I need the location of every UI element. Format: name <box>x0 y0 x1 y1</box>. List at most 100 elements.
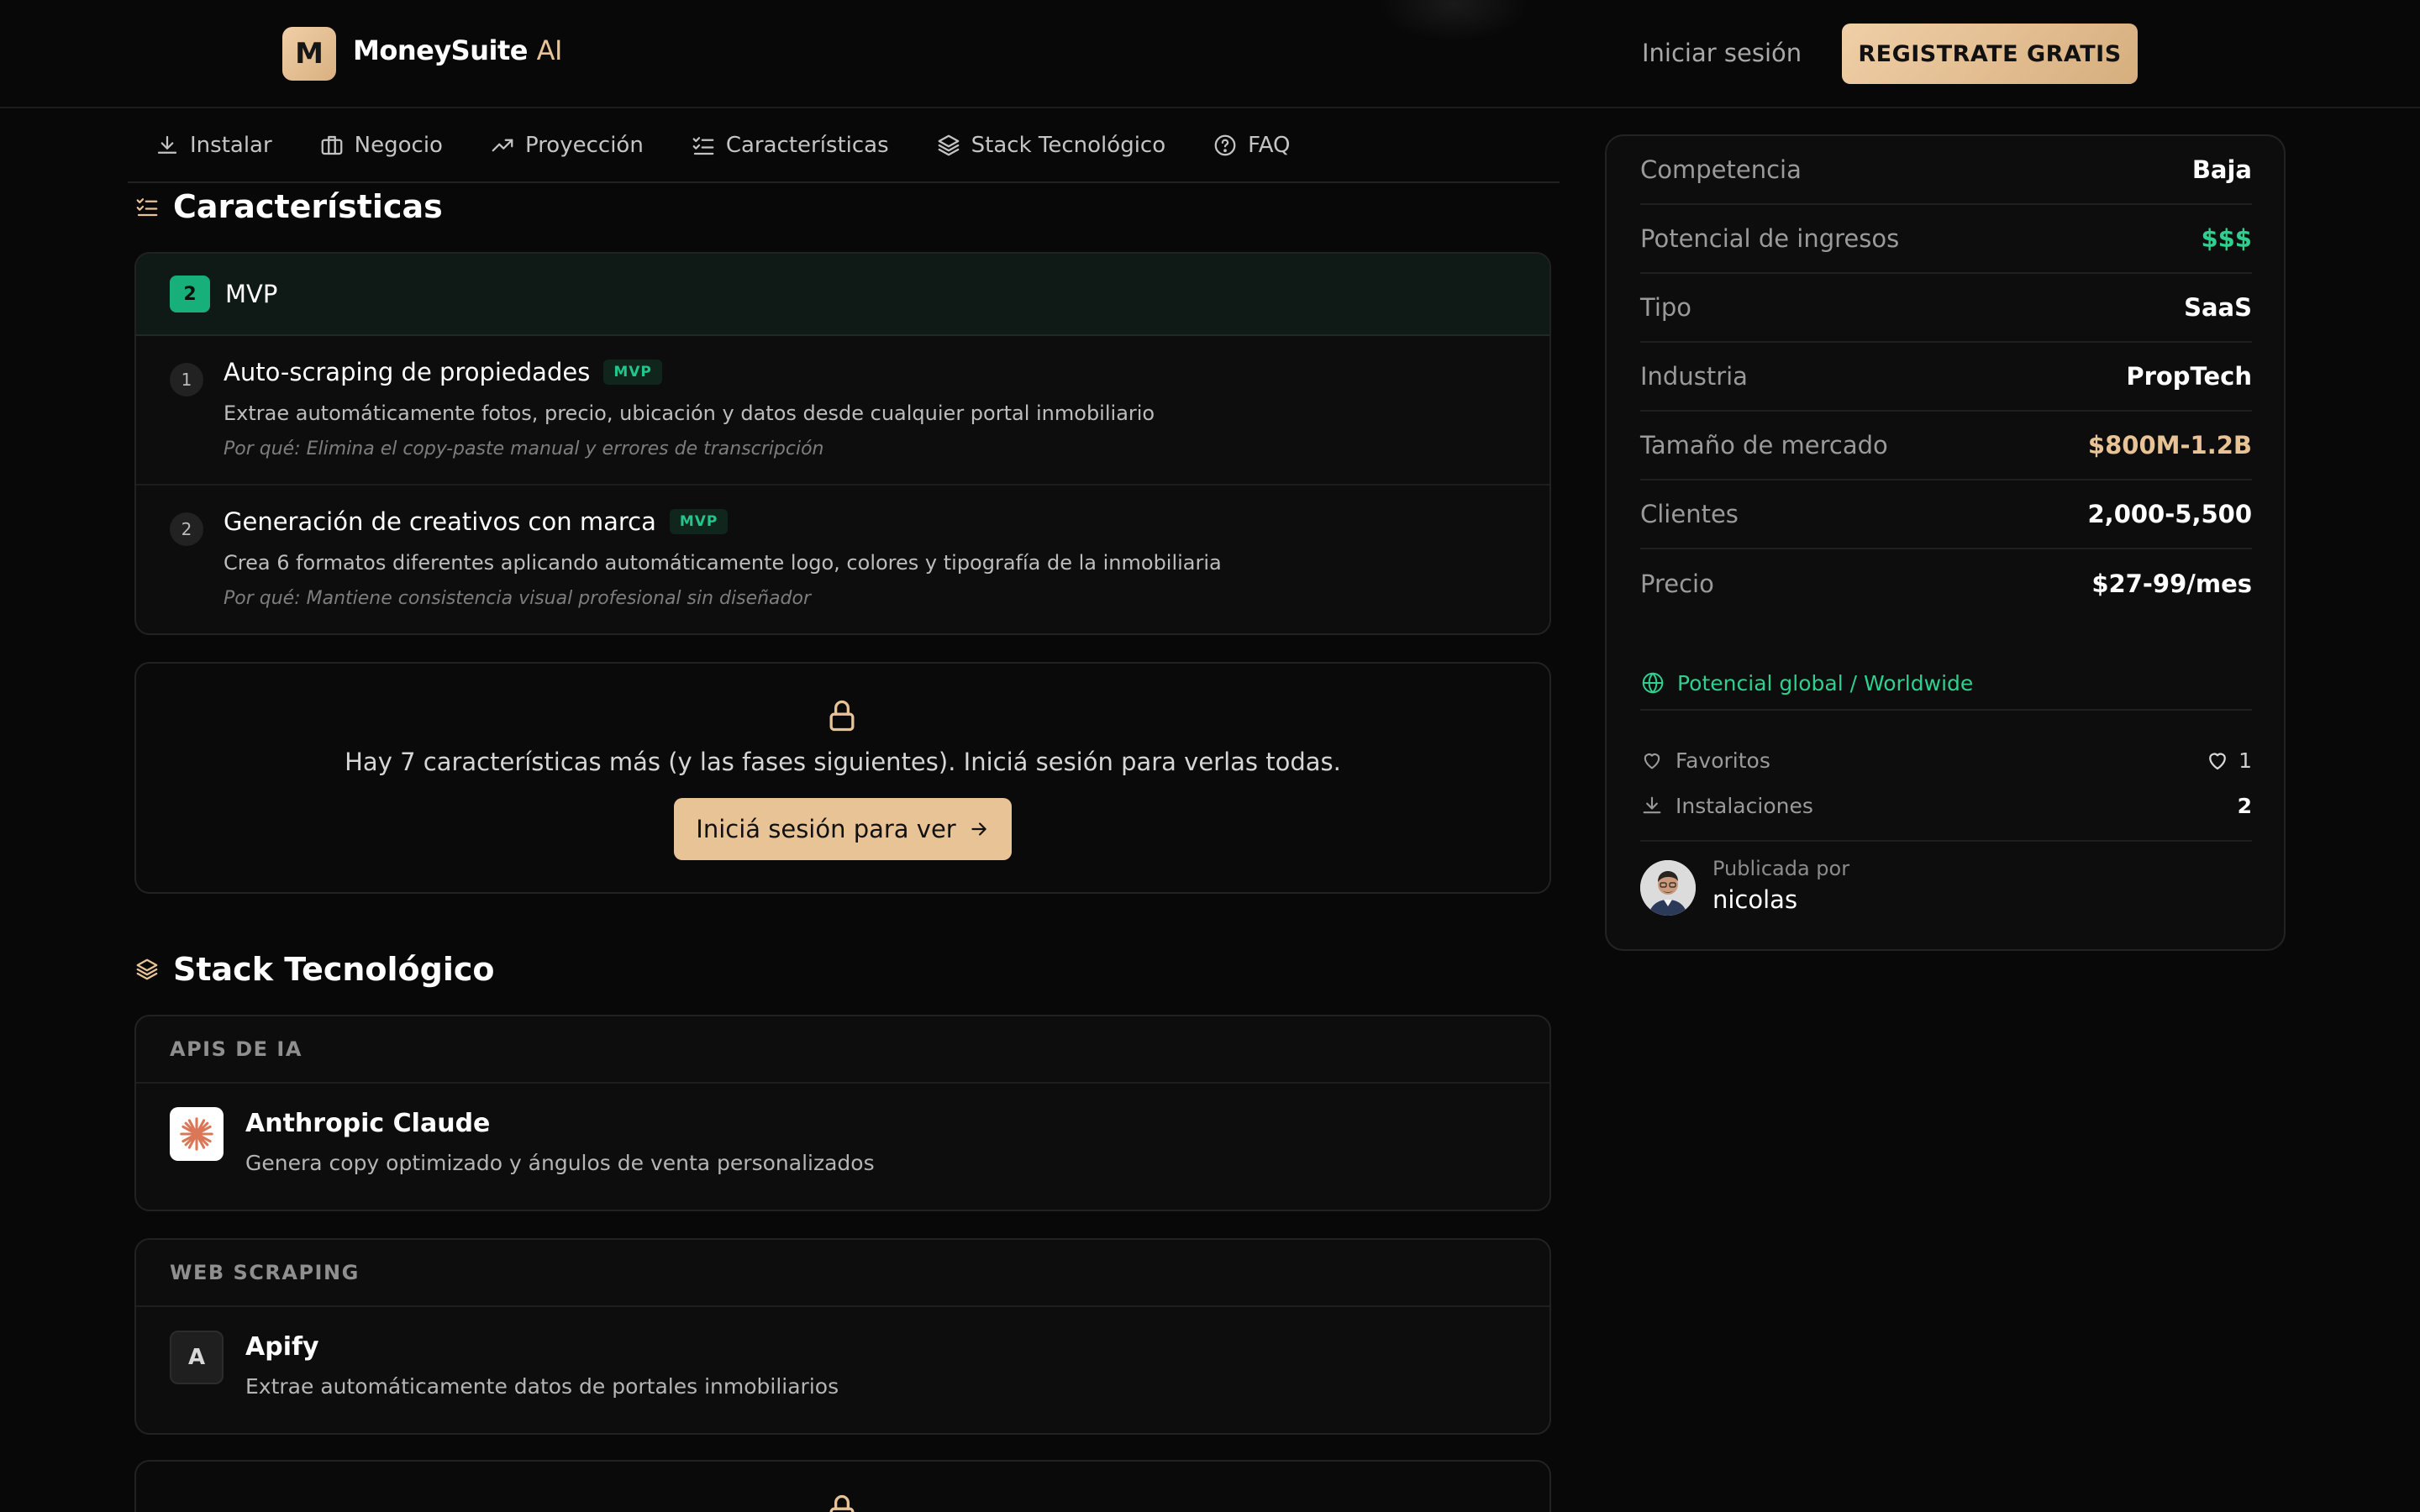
author-name[interactable]: nicolas <box>1712 885 1797 914</box>
stat-value: PropTech <box>2126 362 2252 391</box>
features-title: Características <box>173 188 443 225</box>
register-button[interactable]: REGISTRATE GRATIS <box>1842 24 2138 84</box>
favorites-label: Favoritos <box>1676 748 1770 773</box>
stat-value: 2,000-5,500 <box>2087 500 2253 528</box>
avatar-illustration <box>1640 860 1696 916</box>
brand-suffix: AI <box>536 34 563 66</box>
briefcase-icon <box>321 135 343 155</box>
stack-heading: Stack Tecnológico <box>134 951 495 988</box>
download-icon <box>1643 796 1661 814</box>
nav-label: Instalar <box>190 133 272 158</box>
stat-row-industria: Industria PropTech <box>1640 343 2252 412</box>
globe-icon <box>1642 672 1664 694</box>
claude-logo-icon <box>170 1107 224 1161</box>
header-glow <box>1378 0 1529 42</box>
stack-item-name: Apify <box>245 1332 319 1362</box>
stack-group-card: APIS DE IA Anthropic Claude Genera copy … <box>134 1015 1551 1211</box>
favorites-row: Favoritos 1 <box>1640 738 2252 783</box>
top-header: M MoneySuite AI Iniciar sesión REGISTRAT… <box>0 0 2420 108</box>
stat-row-potencial-ingresos: Potencial de ingresos $$$ <box>1640 205 2252 274</box>
stat-row-tipo: Tipo SaaS <box>1640 274 2252 343</box>
feature-title: Generación de creativos con marca MVP <box>224 507 729 536</box>
feature-title-text: Auto-scraping de propiedades <box>224 358 591 386</box>
stack-item[interactable]: A Apify Extrae automáticamente datos de … <box>136 1307 1549 1433</box>
brand-name[interactable]: MoneySuite AI <box>353 34 562 66</box>
login-to-view-button[interactable]: Iniciá sesión para ver <box>674 798 1012 860</box>
stat-value: $27-99/mes <box>2091 570 2252 598</box>
stat-row-clientes: Clientes 2,000-5,500 <box>1640 480 2252 549</box>
favorites-label-group: Favoritos <box>1640 748 1770 773</box>
feature-title-text: Generación de creativos con marca <box>224 507 656 536</box>
stat-label: Industria <box>1640 362 1748 391</box>
author-avatar[interactable] <box>1640 860 1696 916</box>
checklist-icon <box>692 137 714 155</box>
help-circle-icon <box>1214 134 1236 156</box>
lock-icon <box>829 1494 855 1512</box>
nav-label: Negocio <box>354 133 443 158</box>
feature-item: 2 Generación de creativos con marca MVP … <box>136 486 1549 633</box>
logo-mark[interactable]: M <box>282 27 336 81</box>
locked-message: Hay 7 características más (y las fases s… <box>345 748 1341 776</box>
stack-category: WEB SCRAPING <box>136 1240 1549 1307</box>
features-heading: Características <box>134 188 443 225</box>
global-potential-text: Potencial global / Worldwide <box>1677 670 1974 696</box>
stack-item-description: Genera copy optimizado y ángulos de vent… <box>245 1151 875 1175</box>
mvp-badge: MVP <box>603 360 662 385</box>
favorite-toggle[interactable]: 1 <box>2205 748 2252 773</box>
heart-icon <box>1644 753 1660 769</box>
installs-label-group: Instalaciones <box>1640 794 1813 818</box>
feature-item: 1 Auto-scraping de propiedades MVP Extra… <box>136 336 1549 486</box>
stat-value: SaaS <box>2184 293 2252 322</box>
nav-item-instalar[interactable]: Instalar <box>155 133 272 158</box>
mvp-badge: MVP <box>669 509 729 534</box>
layers-icon <box>938 134 960 156</box>
download-icon <box>157 135 177 154</box>
claude-burst-icon <box>180 1117 213 1151</box>
stat-row-tamano-mercado: Tamaño de mercado $800M-1.2B <box>1640 412 2252 480</box>
stat-row-precio: Precio $27-99/mes <box>1640 549 2252 618</box>
nav-item-stack[interactable]: Stack Tecnológico <box>936 133 1165 158</box>
nav-item-proyeccion[interactable]: Proyección <box>490 133 644 158</box>
trending-up-icon <box>492 139 513 152</box>
stack-item-name: Anthropic Claude <box>245 1109 491 1138</box>
stat-label: Clientes <box>1640 500 1739 528</box>
stat-label: Tipo <box>1640 293 1692 322</box>
phase-label: MVP <box>225 280 278 308</box>
published-by-label: Publicada por <box>1712 857 1850 880</box>
section-nav: Instalar Negocio Proyección Característi… <box>128 109 1560 183</box>
locked-features-card: Hay 7 características más (y las fases s… <box>134 662 1551 894</box>
idea-summary-sidebar: Competencia Baja Potencial de ingresos $… <box>1605 134 2286 951</box>
nav-item-caracteristicas[interactable]: Características <box>691 133 889 158</box>
stack-item[interactable]: Anthropic Claude Genera copy optimizado … <box>136 1084 1549 1210</box>
nav-item-negocio[interactable]: Negocio <box>319 133 443 158</box>
nav-item-faq[interactable]: FAQ <box>1213 133 1291 158</box>
global-potential: Potencial global / Worldwide <box>1640 657 2252 711</box>
stat-label: Tamaño de mercado <box>1640 431 1888 459</box>
stat-value: $800M-1.2B <box>2087 431 2252 459</box>
stat-label: Competencia <box>1640 155 1802 184</box>
installs-count: 2 <box>2237 793 2252 818</box>
checklist-icon <box>136 198 158 217</box>
login-link[interactable]: Iniciar sesión <box>1642 39 1802 67</box>
feature-title: Auto-scraping de propiedades MVP <box>224 358 662 386</box>
nav-label: Características <box>725 133 889 158</box>
stat-value: $$$ <box>2201 224 2252 253</box>
apify-logo: A <box>170 1331 224 1384</box>
nav-label: Proyección <box>524 133 644 158</box>
feature-number: 1 <box>170 363 203 396</box>
feature-why: Por qué: Mantiene consistencia visual pr… <box>224 588 812 609</box>
login-to-view-label: Iniciá sesión para ver <box>696 815 956 843</box>
feature-description: Crea 6 formatos diferentes aplicando aut… <box>224 551 1222 575</box>
mvp-phase-header[interactable]: 2 MVP <box>136 254 1549 336</box>
locked-stack-card <box>134 1460 1551 1512</box>
mvp-phase-card: 2 MVP 1 Auto-scraping de propiedades MVP… <box>134 252 1551 635</box>
stat-label: Precio <box>1640 570 1714 598</box>
stat-label: Potencial de ingresos <box>1640 224 1900 253</box>
stack-title: Stack Tecnológico <box>173 951 495 988</box>
stack-group-card: WEB SCRAPING A Apify Extrae automáticame… <box>134 1238 1551 1435</box>
installs-label: Instalaciones <box>1676 793 1813 818</box>
phase-number: 2 <box>170 276 210 312</box>
feature-description: Extrae automáticamente fotos, precio, ub… <box>224 402 1155 425</box>
feature-why: Por qué: Elimina el copy-paste manual y … <box>224 438 824 459</box>
installs-row: Instalaciones 2 <box>1640 783 2252 828</box>
